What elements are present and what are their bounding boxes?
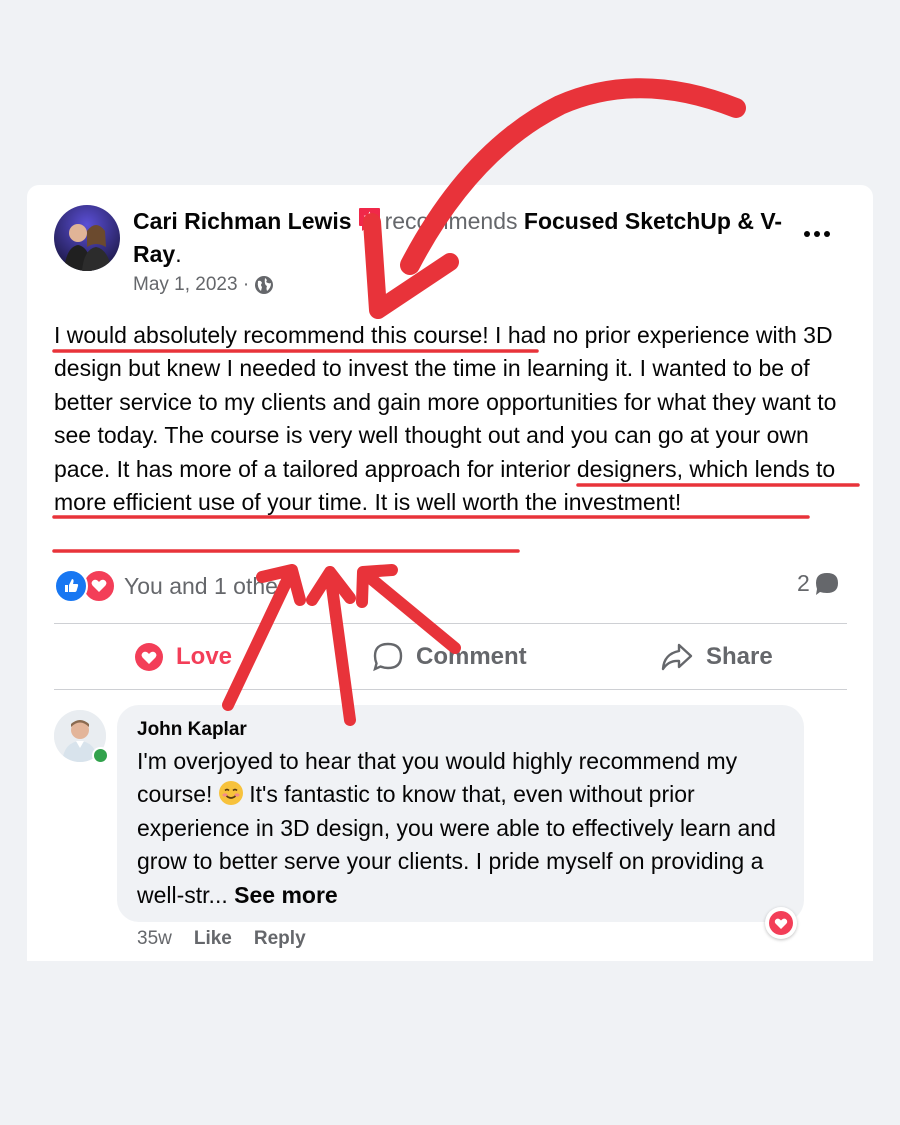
see-more-link[interactable]: See more [234,882,338,908]
like-reaction-icon [54,569,88,603]
reactions-text: You and 1 other [124,572,286,599]
more-options-icon[interactable] [797,219,837,249]
globe-icon [255,276,274,294]
comment-count-number: 2 [797,570,810,596]
smiling-emoji-icon [218,781,243,806]
post-body: I would absolutely recommend this course… [54,319,854,519]
comment-count[interactable]: 2 [797,570,840,597]
comment-label: Comment [416,643,527,670]
author-name[interactable]: Cari Richman Lewis [133,208,352,234]
comment-meta: 35w Like Reply [137,928,306,950]
online-status-indicator [92,747,109,764]
share-label: Share [706,643,773,670]
comment-bubble-icon [815,572,838,595]
post-meta: May 1, 2023 · [133,274,274,296]
comment-button[interactable]: Comment [372,635,527,679]
comment-time[interactable]: 35w [137,928,172,950]
reaction-summary[interactable]: You and 1 other [54,568,286,604]
comment-love-reaction-icon[interactable] [765,907,797,939]
header-period: . [175,241,182,267]
post-card: Cari Richman Lewis recommends Focused Ske… [27,185,873,961]
comment-text: I'm overjoyed to hear that you would hig… [137,745,792,912]
comment-like-button[interactable]: Like [194,928,232,950]
comment-icon [373,642,403,672]
recommend-star-icon [358,207,381,232]
share-icon [661,643,693,671]
post-body-highlight-1: I would absolutely recommend this course… [54,322,489,348]
love-icon [135,643,163,671]
commenter-name[interactable]: John Kaplar [137,719,247,741]
divider [54,623,847,624]
love-label: Love [176,643,233,670]
comment-bubble: John Kaplar I'm overjoyed to hear that y… [117,705,804,922]
share-button[interactable]: Share [660,635,773,679]
post-date[interactable]: May 1, 2023 · [133,274,249,296]
comment-reply-button[interactable]: Reply [254,928,306,950]
post-header: Cari Richman Lewis recommends Focused Ske… [133,205,793,271]
author-avatar[interactable] [54,205,120,271]
recommends-verb: recommends [384,208,518,234]
post-body-highlight-2: It has more of a tailored approach for i… [54,455,836,516]
divider [54,689,847,690]
love-button[interactable]: Love [134,635,232,679]
